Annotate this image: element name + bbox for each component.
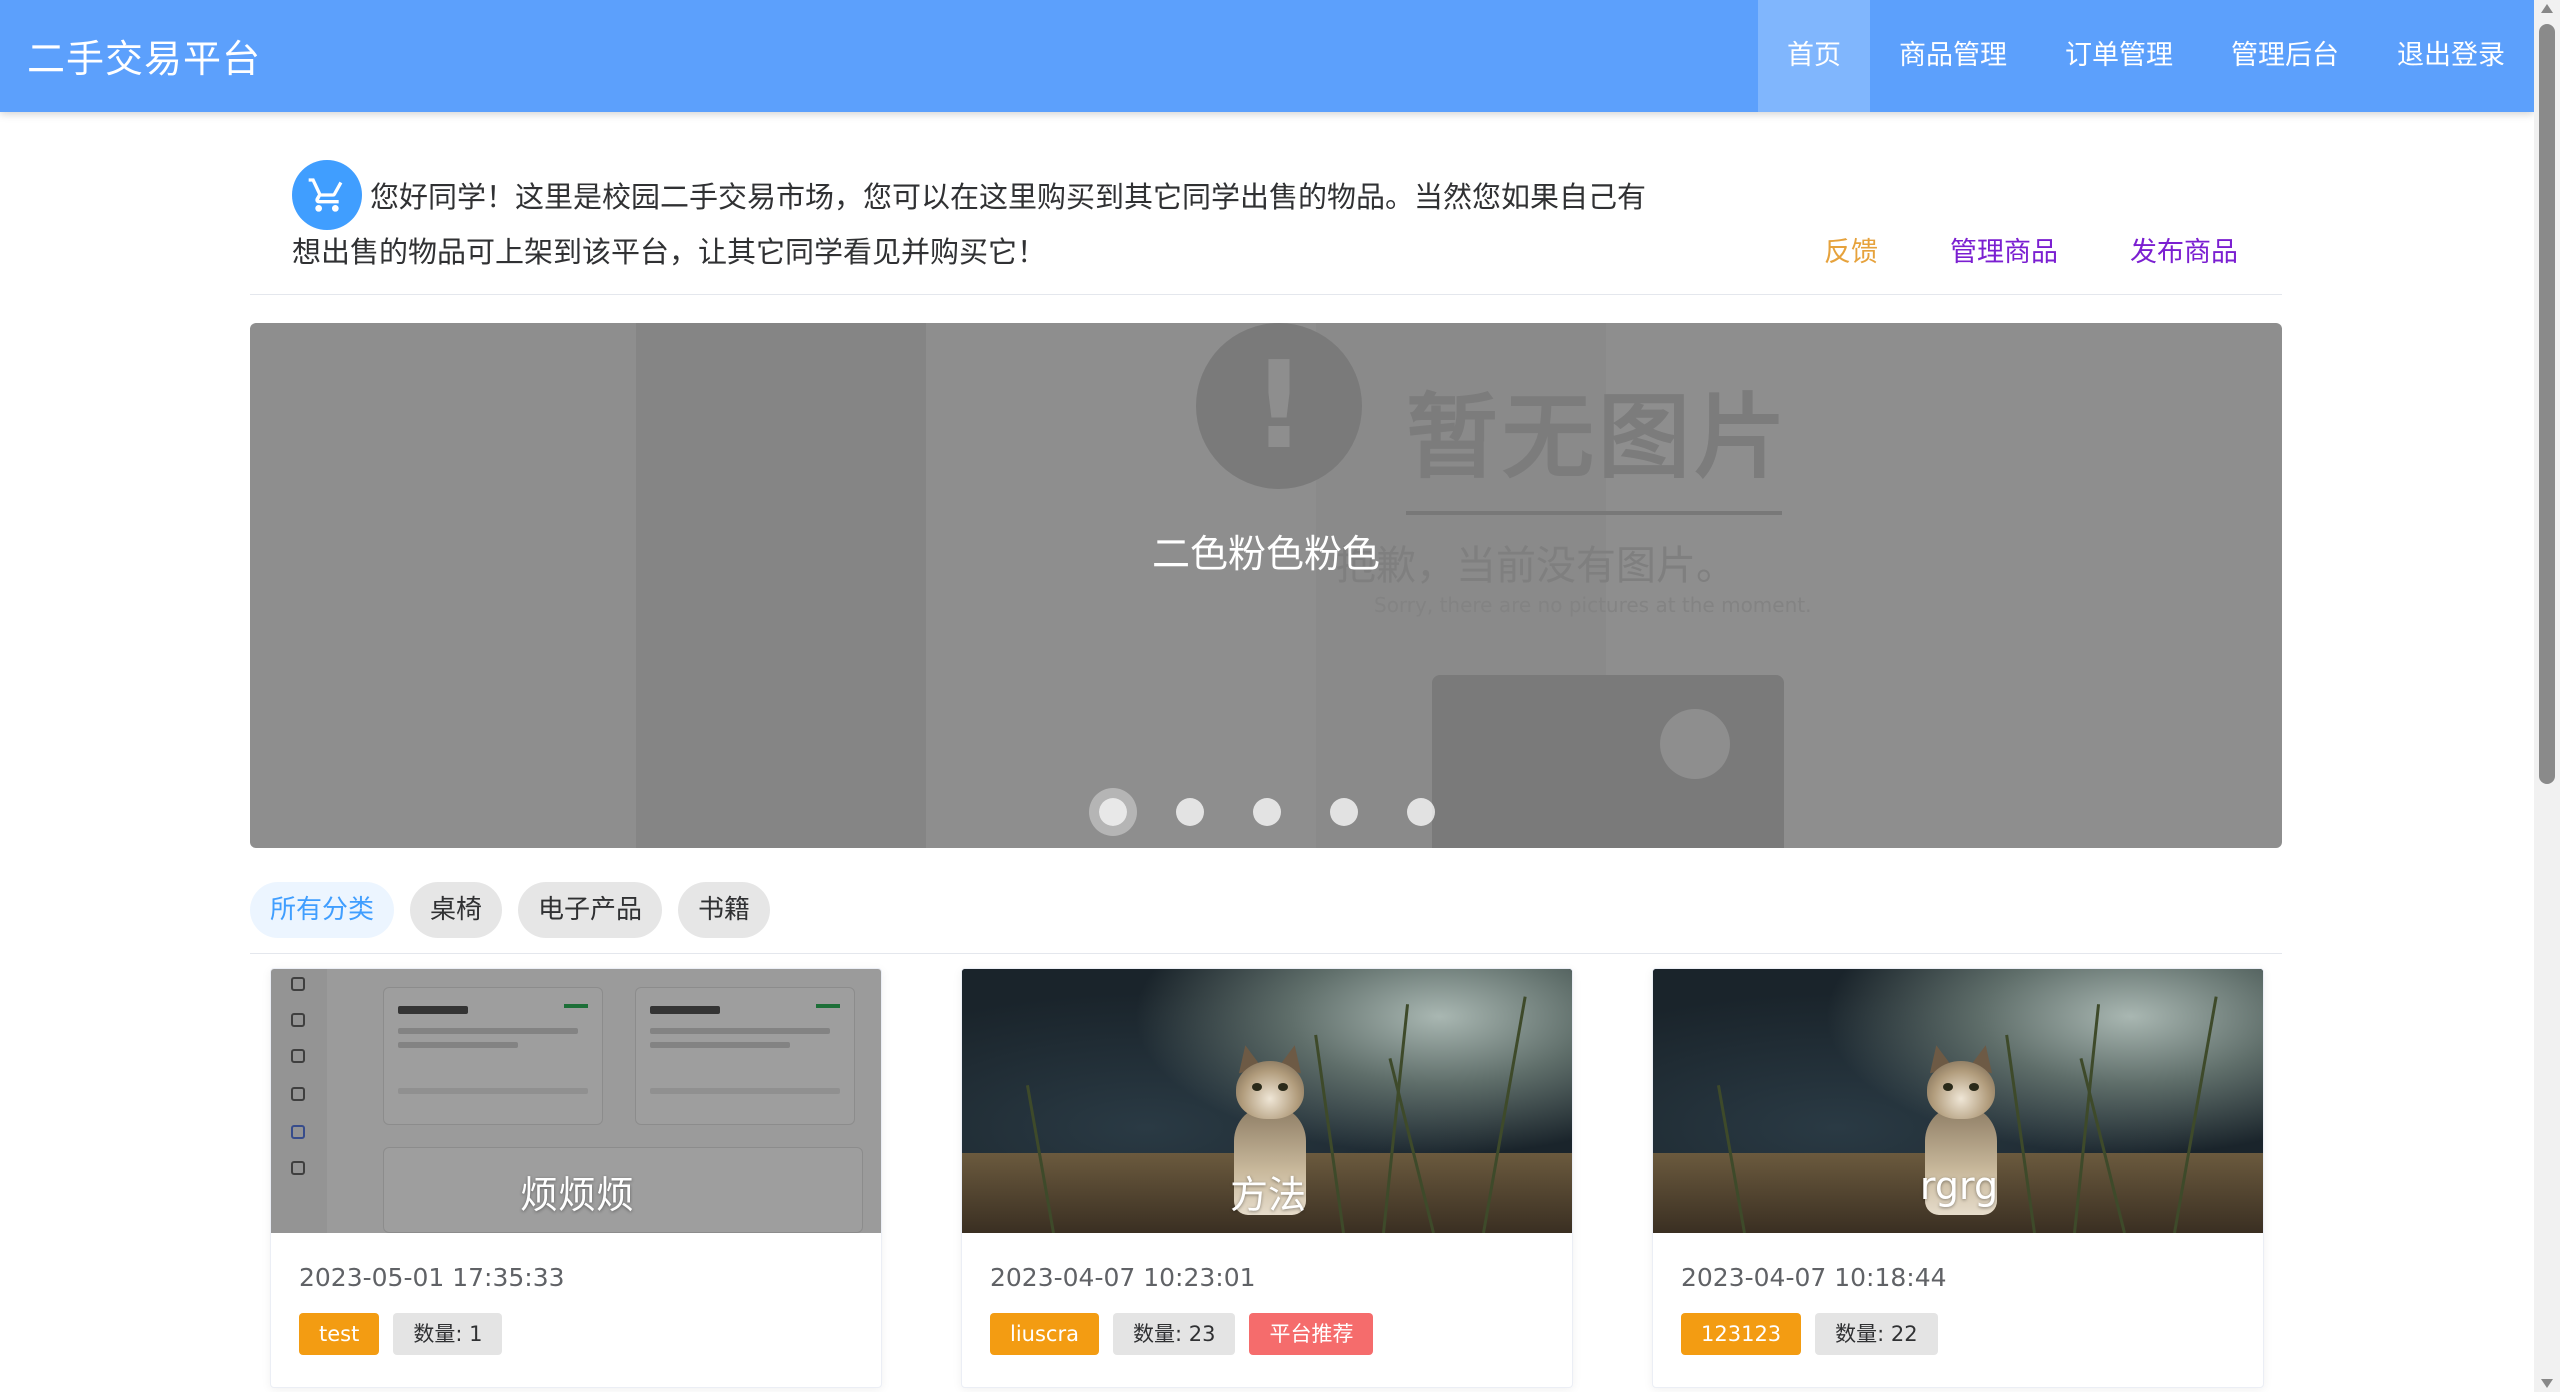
- feedback-link[interactable]: 反馈: [1824, 230, 1878, 269]
- welcome-text: 您好同学！这里是校园二手交易市场，您可以在这里购买到其它同学出售的物品。当然您如…: [292, 180, 1647, 269]
- seller-tag: 123123: [1681, 1313, 1802, 1355]
- scroll-down-arrow-icon[interactable]: [2541, 1379, 2553, 1388]
- carousel-indicator-3[interactable]: [1253, 798, 1281, 826]
- placeholder-title: 暂无图片: [1406, 384, 1791, 491]
- product-tags: test 数量: 1: [299, 1313, 516, 1355]
- top-navbar: 二手交易平台 首页 商品管理 订单管理 管理后台 退出登录: [0, 0, 2534, 112]
- manage-products-link[interactable]: 管理商品: [1950, 230, 2058, 269]
- page-scrollbar[interactable]: [2534, 0, 2560, 1392]
- brand-title[interactable]: 二手交易平台: [27, 28, 261, 83]
- carousel-indicator-4[interactable]: [1330, 798, 1358, 826]
- product-card[interactable]: 烦烦烦 2023-05-01 17:35:33 test 数量: 1: [270, 968, 882, 1388]
- product-time: 2023-04-07 10:23:01: [990, 1263, 1256, 1292]
- carousel-indicator-1[interactable]: [1089, 788, 1137, 836]
- category-filter: 所有分类 桌椅 电子产品 书籍: [250, 882, 2282, 954]
- image-placeholder-sun: [1660, 709, 1730, 779]
- category-furniture[interactable]: 桌椅: [410, 882, 503, 938]
- category-all[interactable]: 所有分类: [250, 882, 395, 938]
- product-card[interactable]: 方法 2023-04-07 10:23:01 liuscra 数量: 23 平台…: [961, 968, 1573, 1388]
- product-tags: liuscra 数量: 23 平台推荐: [990, 1313, 1387, 1355]
- main-nav: 首页 商品管理 订单管理 管理后台 退出登录: [1758, 0, 2534, 112]
- product-card[interactable]: rgrg 2023-04-07 10:18:44 123123 数量: 22: [1652, 968, 2264, 1388]
- product-image[interactable]: 方法: [962, 969, 1572, 1233]
- product-image[interactable]: rgrg: [1653, 969, 2263, 1233]
- scroll-up-arrow-icon[interactable]: [2541, 4, 2553, 13]
- nav-home[interactable]: 首页: [1758, 0, 1870, 112]
- seller-tag: test: [299, 1313, 380, 1355]
- placeholder-divider: [1406, 511, 1782, 515]
- publish-product-link[interactable]: 发布商品: [2130, 230, 2238, 269]
- cart-icon: [292, 160, 362, 230]
- product-time: 2023-04-07 10:18:44: [1681, 1263, 1947, 1292]
- scroll-thumb[interactable]: [2539, 24, 2555, 784]
- product-title: 方法: [1229, 1173, 1306, 1217]
- quantity-tag: 数量: 23: [1112, 1313, 1236, 1355]
- placeholder-english: Sorry, there are no pictures at the mome…: [1374, 593, 1812, 617]
- product-time: 2023-05-01 17:35:33: [299, 1263, 565, 1292]
- quantity-tag: 数量: 22: [1815, 1313, 1938, 1355]
- product-title: rgrg: [1919, 1164, 1999, 1208]
- product-image[interactable]: 烦烦烦: [271, 969, 881, 1233]
- placeholder-panel-left: [636, 323, 926, 848]
- nav-admin[interactable]: 管理后台: [2202, 0, 2368, 112]
- quantity-tag: 数量: 1: [393, 1313, 503, 1355]
- image-placeholder-icon: [1432, 675, 1784, 848]
- seller-tag: liuscra: [990, 1313, 1099, 1355]
- welcome-notice: 您好同学！这里是校园二手交易市场，您可以在这里购买到其它同学出售的物品。当然您如…: [250, 150, 2282, 295]
- category-electronics[interactable]: 电子产品: [518, 882, 663, 938]
- nav-product-management[interactable]: 商品管理: [1870, 0, 2036, 112]
- recommended-tag: 平台推荐: [1249, 1313, 1374, 1355]
- featured-carousel[interactable]: ! 暂无图片 抱歉，当前没有图片。 Sorry, there are no pi…: [250, 323, 2282, 848]
- nav-logout[interactable]: 退出登录: [2368, 0, 2534, 112]
- product-tags: 123123 数量: 22: [1681, 1313, 1952, 1355]
- product-title: 烦烦烦: [519, 1173, 634, 1217]
- carousel-indicator-2[interactable]: [1176, 798, 1204, 826]
- category-books[interactable]: 书籍: [678, 882, 771, 938]
- exclamation-icon: !: [1196, 323, 1362, 489]
- carousel-indicator-5[interactable]: [1407, 798, 1435, 826]
- nav-order-management[interactable]: 订单管理: [2036, 0, 2202, 112]
- welcome-actions: 反馈 管理商品 发布商品: [1752, 230, 2238, 269]
- carousel-caption: 二色粉色粉色: [1151, 532, 1380, 576]
